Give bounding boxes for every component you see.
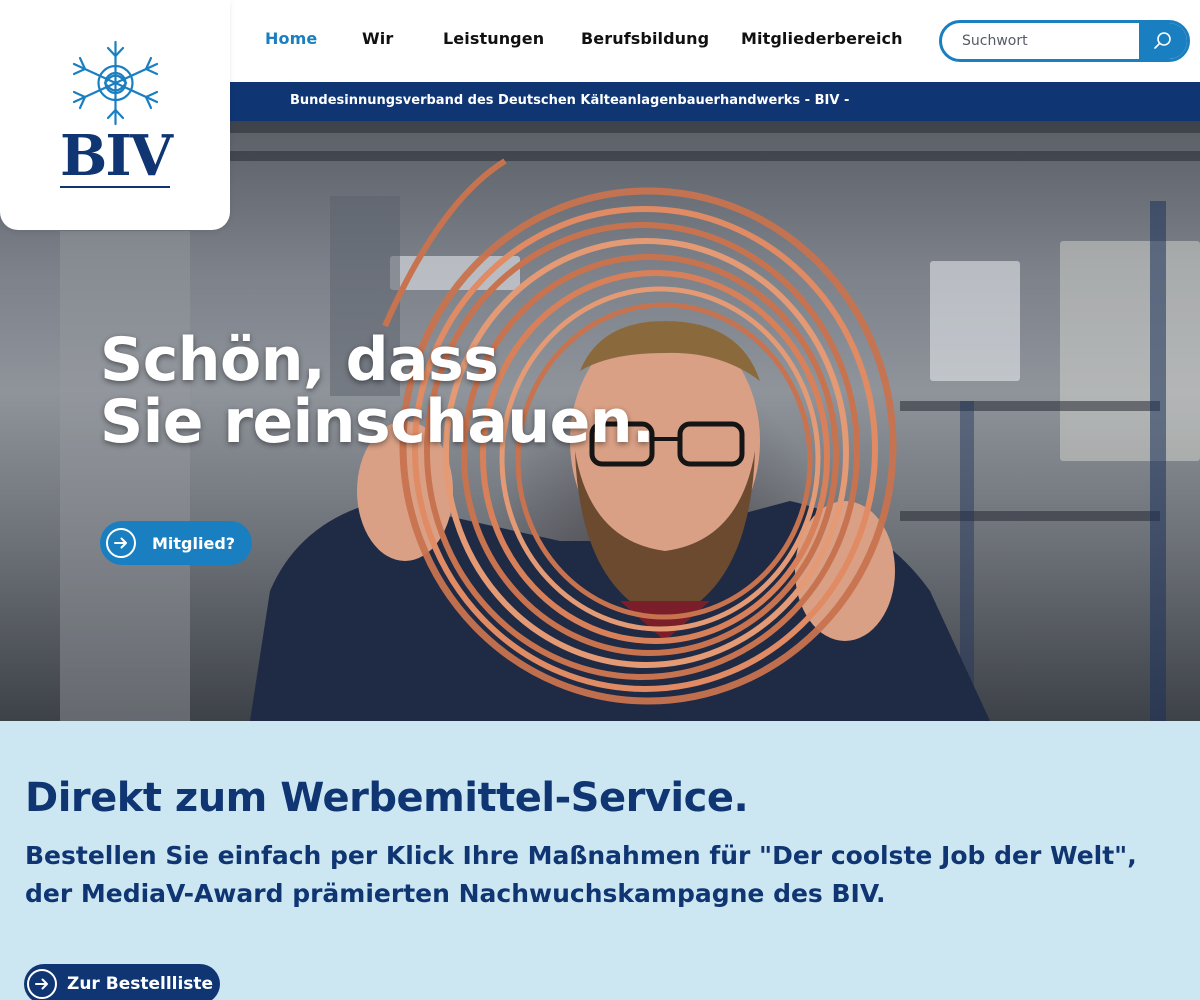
hero-title: Schön, dass Sie reinschauen. <box>100 329 655 453</box>
membership-button-label: Mitglied? <box>152 533 236 553</box>
hero-title-line-1: Schön, dass <box>100 325 499 395</box>
membership-button[interactable]: Mitglied? <box>100 521 252 565</box>
nav-item-mitgliederbereich[interactable]: Mitgliederbereich <box>741 29 903 48</box>
hero-title-line-2: Sie reinschauen. <box>100 387 655 457</box>
nav-item-leistungen[interactable]: Leistungen <box>443 29 544 48</box>
nav-item-berufsbildung[interactable]: Berufsbildung <box>581 29 709 48</box>
logo-text: BIV <box>60 123 173 189</box>
promo-title: Direkt zum Werbemittel-Service. <box>25 775 749 821</box>
promo-text: Bestellen Sie einfach per Klick Ihre Maß… <box>25 841 1137 908</box>
promo-section: Direkt zum Werbemittel-Service. Bestelle… <box>0 721 1200 1000</box>
order-list-button[interactable]: Zur Bestellliste <box>24 964 220 1000</box>
search-input[interactable] <box>942 23 1140 59</box>
association-name: Bundesinnungsverband des Deutschen Kälte… <box>290 93 850 108</box>
arrow-right-circle-icon <box>27 969 57 999</box>
search-button[interactable] <box>1139 23 1187 59</box>
nav-item-wir[interactable]: Wir <box>362 29 393 48</box>
logo-underline <box>60 186 170 188</box>
snowflake-crest-icon <box>72 40 159 126</box>
search-icon <box>1154 32 1171 49</box>
association-bar: Bundesinnungsverband des Deutschen Kälte… <box>230 82 1200 121</box>
arrow-right-circle-icon <box>106 528 136 558</box>
search-box <box>939 20 1190 62</box>
nav-item-home[interactable]: Home <box>265 29 317 48</box>
order-list-button-label: Zur Bestellliste <box>67 974 214 994</box>
logo[interactable]: BIV <box>0 0 230 230</box>
